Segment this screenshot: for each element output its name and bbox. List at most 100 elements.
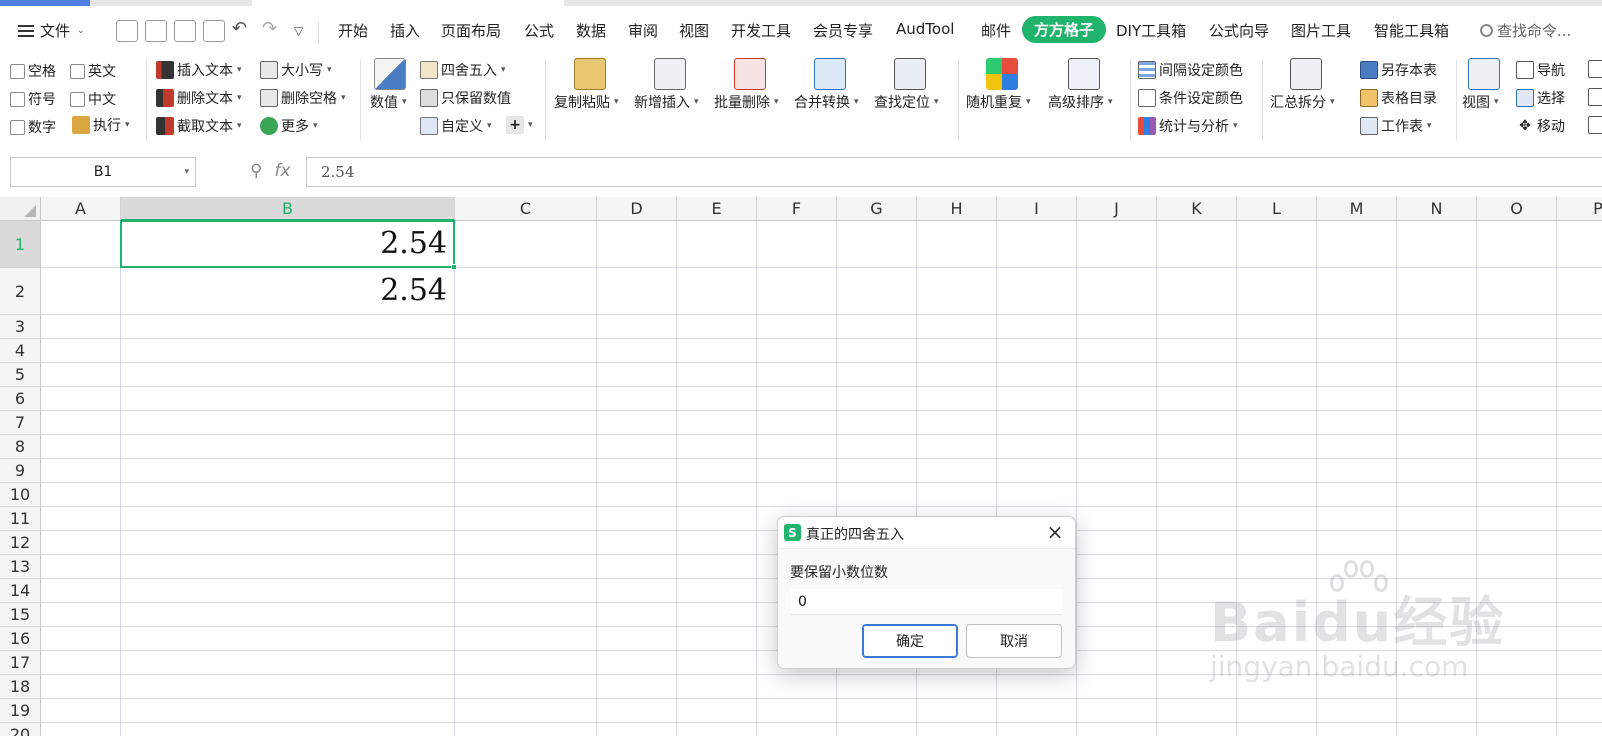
batch-delete-button[interactable]: 批量删除 ▾ <box>714 56 790 136</box>
column-header-m[interactable]: M <box>1317 197 1397 221</box>
overflow-icon[interactable] <box>1588 60 1602 78</box>
tab-insert[interactable]: 插入 <box>390 20 420 41</box>
row-header-7[interactable]: 7 <box>0 411 41 435</box>
tab-member[interactable]: 会员专享 <box>813 20 873 41</box>
worksheet-button[interactable]: 工作表 ▾ <box>1360 116 1432 136</box>
merge-convert-button[interactable]: 合并转换 ▾ <box>794 56 870 136</box>
column-header-d[interactable]: D <box>597 197 677 221</box>
row-header-14[interactable]: 14 <box>0 579 41 603</box>
interval-color-button[interactable]: 间隔设定颜色 <box>1138 60 1243 80</box>
nav-button[interactable]: 导航 <box>1516 60 1565 80</box>
move-button[interactable]: ✥ 移动 <box>1516 116 1565 136</box>
tab-page-layout[interactable]: 页面布局 <box>441 20 501 41</box>
tab-review[interactable]: 审阅 <box>628 20 658 41</box>
checkbox-box[interactable] <box>10 63 25 79</box>
row-header-16[interactable]: 16 <box>0 627 41 651</box>
ok-button[interactable]: 确定 <box>862 624 958 658</box>
tab-mail[interactable]: 邮件 <box>981 20 1011 41</box>
view-button[interactable]: 视图 ▾ <box>1462 56 1506 136</box>
checkbox-box[interactable] <box>70 63 85 79</box>
row-header-13[interactable]: 13 <box>0 555 41 579</box>
save-sheet-button[interactable]: 另存本表 <box>1360 60 1437 80</box>
tab-data[interactable]: 数据 <box>576 20 606 41</box>
select-button[interactable]: 选择 <box>1516 88 1565 108</box>
formula-input[interactable]: 2.54 <box>306 157 1602 187</box>
tab-view[interactable]: 视图 <box>679 20 709 41</box>
advanced-sort-button[interactable]: 高级排序 ▾ <box>1048 56 1124 136</box>
summary-split-button[interactable]: 汇总拆分 ▾ <box>1270 56 1344 136</box>
row-header-3[interactable]: 3 <box>0 315 41 339</box>
column-header-h[interactable]: H <box>917 197 997 221</box>
row-header-17[interactable]: 17 <box>0 651 41 675</box>
row-header-9[interactable]: 9 <box>0 459 41 483</box>
decimal-places-input[interactable] <box>790 589 1062 615</box>
row-header-4[interactable]: 4 <box>0 339 41 363</box>
zoom-icon[interactable]: ⚲ <box>250 161 262 181</box>
column-header-p[interactable]: P <box>1557 197 1602 221</box>
checkbox-english[interactable]: 英文 <box>70 61 116 81</box>
checkbox-box[interactable] <box>70 91 85 107</box>
column-header-g[interactable]: G <box>837 197 917 221</box>
column-header-o[interactable]: O <box>1477 197 1557 221</box>
save-icon[interactable] <box>116 20 138 42</box>
print-preview-icon[interactable] <box>203 20 225 42</box>
condition-color-button[interactable]: 条件设定颜色 <box>1138 88 1243 108</box>
cancel-button[interactable]: 取消 <box>966 624 1062 658</box>
insert-text-button[interactable]: 插入文本 ▾ <box>156 60 242 80</box>
insert-new-button[interactable]: 新增插入 ▾ <box>634 56 710 136</box>
print-icon[interactable] <box>174 20 196 42</box>
column-header-f[interactable]: F <box>757 197 837 221</box>
column-header-j[interactable]: J <box>1077 197 1157 221</box>
sheet-directory-button[interactable]: 表格目录 <box>1360 88 1437 108</box>
checkbox-symbol[interactable]: 符号 <box>10 89 56 109</box>
remove-spaces-button[interactable]: 删除空格 ▾ <box>260 88 346 108</box>
statistics-button[interactable]: 统计与分析 ▾ <box>1138 116 1238 136</box>
tab-formula[interactable]: 公式 <box>524 20 554 41</box>
checkbox-box[interactable] <box>10 91 25 107</box>
find-locate-button[interactable]: 查找定位 ▾ <box>874 56 950 136</box>
column-header-i[interactable]: I <box>997 197 1077 221</box>
fx-icon[interactable]: fx <box>274 161 290 181</box>
tab-formula-wizard[interactable]: 公式向导 <box>1209 20 1269 41</box>
row-header-11[interactable]: 11 <box>0 507 41 531</box>
column-header-n[interactable]: N <box>1397 197 1477 221</box>
customize-icon[interactable]: ▽ <box>294 24 303 38</box>
name-box[interactable]: B1 ▾ <box>10 157 196 187</box>
select-all-corner[interactable] <box>0 197 41 221</box>
checkbox-space[interactable]: 空格 <box>10 61 56 81</box>
case-button[interactable]: 大小写 ▾ <box>260 60 332 80</box>
column-header-l[interactable]: L <box>1237 197 1317 221</box>
tab-smart-toolbox[interactable]: 智能工具箱 <box>1374 20 1449 41</box>
checkbox-box[interactable] <box>10 119 25 135</box>
random-repeat-button[interactable]: 随机重复 ▾ <box>966 56 1042 136</box>
undo-icon[interactable]: ↶ <box>232 18 247 39</box>
column-header-e[interactable]: E <box>677 197 757 221</box>
row-header-5[interactable]: 5 <box>0 363 41 387</box>
checkbox-chinese[interactable]: 中文 <box>70 89 116 109</box>
add-button[interactable]: + ▾ <box>506 116 533 134</box>
column-header-c[interactable]: C <box>455 197 597 221</box>
execute-button[interactable]: 执行 ▾ <box>72 115 130 135</box>
overflow-icon[interactable] <box>1588 116 1602 134</box>
column-header-a[interactable]: A <box>41 197 121 221</box>
value-button[interactable]: 数值 ▾ <box>370 56 412 136</box>
fill-handle[interactable] <box>451 264 457 270</box>
export-icon[interactable] <box>145 20 167 42</box>
overflow-icon[interactable] <box>1588 88 1602 106</box>
row-header-10[interactable]: 10 <box>0 483 41 507</box>
copy-paste-button[interactable]: 复制粘贴 ▾ <box>554 56 630 136</box>
keep-values-button[interactable]: 只保留数值 <box>420 88 511 108</box>
row-header-18[interactable]: 18 <box>0 675 41 699</box>
tab-diy-toolbox[interactable]: DIY工具箱 <box>1116 20 1186 41</box>
tab-picture-tools[interactable]: 图片工具 <box>1291 20 1351 41</box>
row-header-19[interactable]: 19 <box>0 699 41 723</box>
redo-icon[interactable]: ↷ <box>262 18 277 39</box>
checkbox-number[interactable]: 数字 <box>10 117 56 137</box>
extract-text-button[interactable]: 截取文本 ▾ <box>156 116 242 136</box>
row-header-12[interactable]: 12 <box>0 531 41 555</box>
file-menu[interactable]: 文件 ⌄ <box>18 20 85 41</box>
tab-developer[interactable]: 开发工具 <box>731 20 791 41</box>
cell-b2[interactable]: 2.54 <box>121 273 447 308</box>
command-search[interactable]: 查找命令... <box>1480 20 1571 41</box>
more-button[interactable]: 更多 ▾ <box>260 116 318 136</box>
